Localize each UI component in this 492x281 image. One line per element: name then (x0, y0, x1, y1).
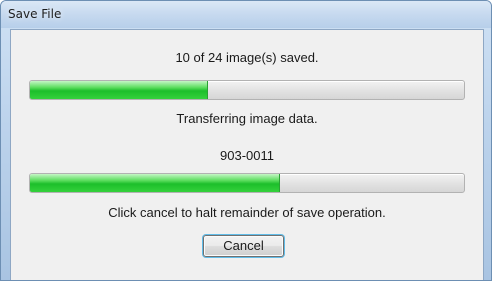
overall-progress-fill (30, 81, 208, 99)
dialog-body: 10 of 24 image(s) saved. Transferring im… (10, 29, 484, 280)
save-file-dialog: Save File 10 of 24 image(s) saved. Trans… (0, 0, 492, 281)
instruction-text: Click cancel to halt remainder of save o… (108, 205, 386, 220)
current-item-text: 903-0011 (220, 148, 274, 163)
images-saved-text: 10 of 24 image(s) saved. (175, 50, 319, 65)
item-progress-fill (30, 174, 280, 192)
item-progress-bar (29, 173, 465, 193)
cancel-button[interactable]: Cancel (203, 235, 284, 257)
window-title: Save File (8, 7, 62, 21)
title-bar[interactable]: Save File (1, 1, 491, 28)
overall-progress-bar (29, 80, 465, 100)
activity-text: Transferring image data. (176, 111, 318, 126)
